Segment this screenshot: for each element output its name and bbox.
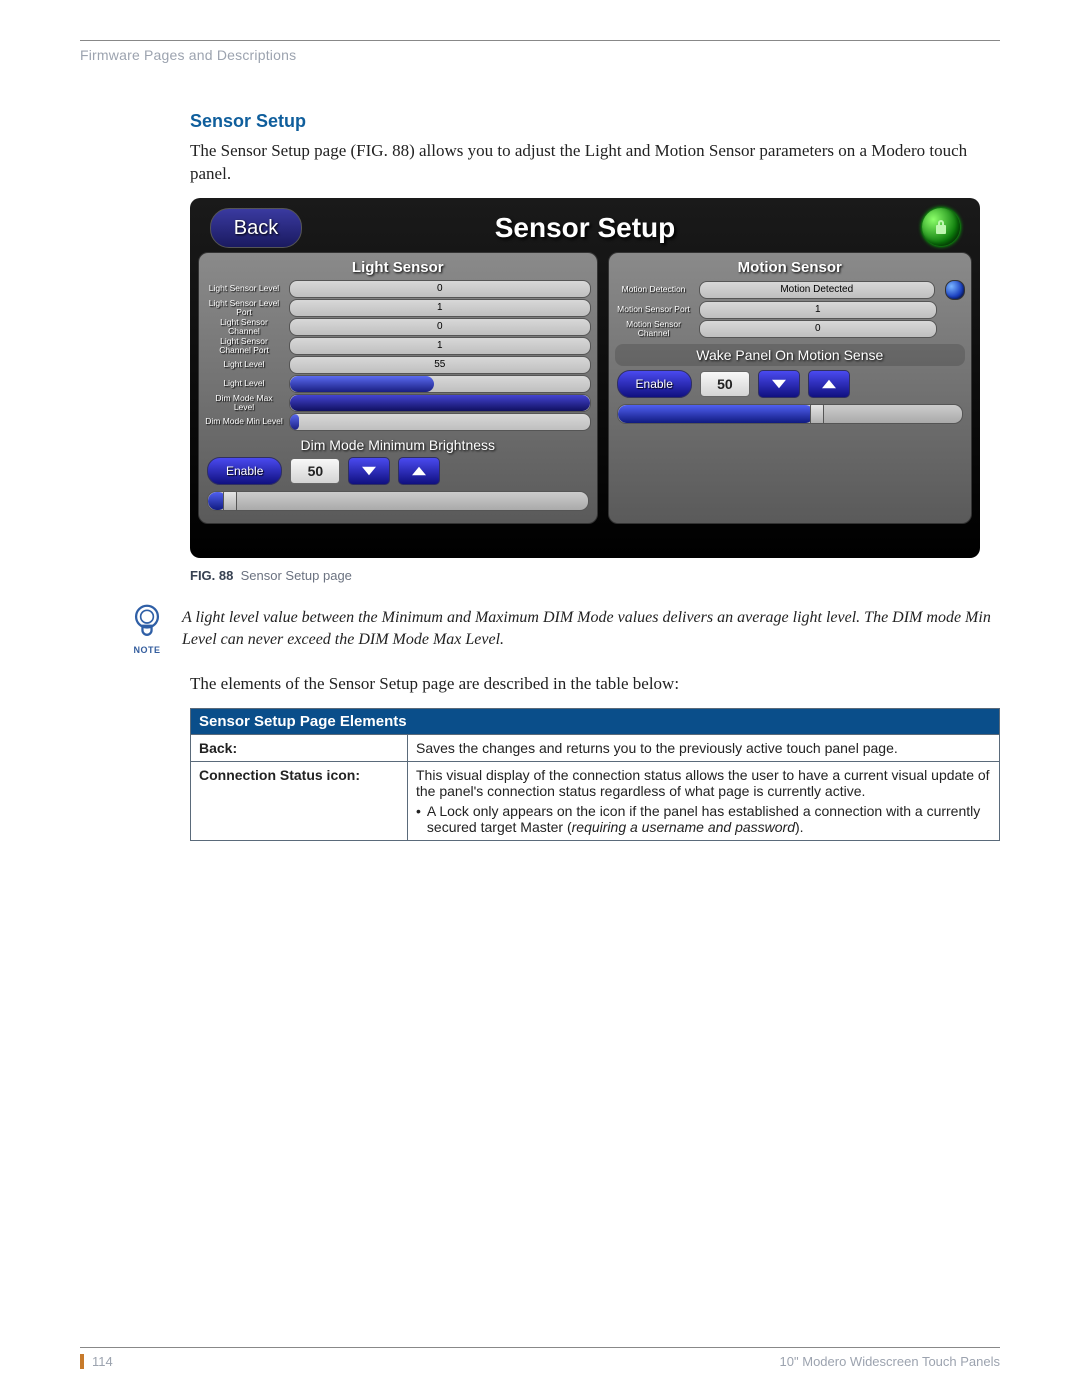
- light-row: Light Sensor Level 0: [205, 280, 591, 298]
- note-icon: NOTE: [130, 603, 164, 655]
- dim-min-label: Dim Mode Min Level: [205, 417, 283, 426]
- motion-row: Motion Sensor Channel 0: [615, 320, 965, 338]
- table-header: Sensor Setup Page Elements: [191, 708, 1000, 734]
- motion-detection-value: Motion Detected: [699, 281, 935, 299]
- light-row-value: 0: [289, 280, 591, 298]
- wake-sensitivity-slider[interactable]: [617, 404, 963, 424]
- motion-row: Motion Sensor Port 1: [615, 301, 965, 319]
- motion-row-value: 0: [699, 320, 937, 338]
- chevron-up-icon: [412, 464, 426, 478]
- row-bullet: A Lock only appears on the icon if the p…: [416, 803, 991, 835]
- breadcrumb: Firmware Pages and Descriptions: [80, 47, 1000, 63]
- wake-down-button[interactable]: [758, 370, 800, 398]
- row-desc: Saves the changes and returns you to the…: [408, 734, 1000, 761]
- bullet-italic: requiring a username and password: [572, 819, 795, 835]
- light-row-label: Light Sensor Level Port: [205, 299, 283, 317]
- table-intro: The elements of the Sensor Setup page ar…: [190, 673, 1000, 696]
- wake-value: 50: [700, 371, 750, 397]
- connection-status-icon: [922, 208, 960, 246]
- motion-sensor-heading: Motion Sensor: [615, 259, 965, 276]
- dim-enable-button[interactable]: Enable: [207, 457, 282, 485]
- motion-row-label: Motion Sensor Channel: [615, 320, 693, 338]
- chevron-down-icon: [772, 377, 786, 391]
- dim-min-slider[interactable]: [289, 413, 591, 431]
- light-row: Light Level 55: [205, 356, 591, 374]
- note-text: A light level value between the Minimum …: [182, 607, 1000, 650]
- chevron-down-icon: [362, 464, 376, 478]
- light-row-value: 1: [289, 337, 591, 355]
- light-row-label: Light Sensor Level: [205, 284, 283, 293]
- row-desc-main: This visual display of the connection st…: [416, 767, 990, 799]
- back-button[interactable]: Back: [210, 208, 302, 248]
- intro-paragraph: The Sensor Setup page (FIG. 88) allows y…: [190, 140, 1000, 186]
- light-row-label: Light Sensor Channel Port: [205, 337, 283, 355]
- table-row: Connection Status icon: This visual disp…: [191, 761, 1000, 840]
- motion-row-label: Motion Sensor Port: [615, 305, 693, 314]
- lock-icon: [934, 219, 948, 235]
- light-row-label: Light Sensor Channel: [205, 318, 283, 336]
- table-row: Back: Saves the changes and returns you …: [191, 734, 1000, 761]
- dim-value: 50: [290, 458, 340, 484]
- light-sensor-panel: Light Sensor Light Sensor Level0Light Se…: [198, 252, 598, 524]
- page-number: 114: [80, 1354, 113, 1369]
- figure-sensor-setup: Back Sensor Setup Light Sensor Light Sen…: [190, 198, 980, 558]
- light-row: Light Sensor Channel Port 1: [205, 337, 591, 355]
- dim-mode-heading: Dim Mode Minimum Brightness: [205, 437, 591, 453]
- lightbulb-icon: [130, 603, 164, 643]
- row-key: Connection Status icon:: [191, 761, 408, 840]
- panel-title: Sensor Setup: [495, 212, 675, 244]
- bullet-suffix: ).: [795, 819, 804, 835]
- figure-desc: Sensor Setup page: [241, 568, 352, 583]
- light-row: Light Sensor Channel 0: [205, 318, 591, 336]
- dim-down-button[interactable]: [348, 457, 390, 485]
- note-label: NOTE: [130, 645, 164, 655]
- wake-enable-button[interactable]: Enable: [617, 370, 692, 398]
- motion-sensor-panel: Motion Sensor Motion Detection Motion De…: [608, 252, 972, 524]
- wake-panel-heading: Wake Panel On Motion Sense: [615, 344, 965, 366]
- figure-caption: FIG. 88 Sensor Setup page: [190, 568, 1000, 583]
- elements-table: Sensor Setup Page Elements Back: Saves t…: [190, 708, 1000, 841]
- light-row-label: Light Level: [205, 360, 283, 369]
- light-sensor-heading: Light Sensor: [205, 259, 591, 276]
- light-row: Light Sensor Level Port 1: [205, 299, 591, 317]
- light-row-value: 1: [289, 299, 591, 317]
- page-footer: 114 10" Modero Widescreen Touch Panels: [80, 1347, 1000, 1369]
- footer-title: 10" Modero Widescreen Touch Panels: [780, 1354, 1000, 1369]
- light-level-bar-label: Light Level: [205, 379, 283, 388]
- light-row-value: 0: [289, 318, 591, 336]
- motion-detection-label: Motion Detection: [615, 285, 693, 294]
- wake-up-button[interactable]: [808, 370, 850, 398]
- motion-row-value: 1: [699, 301, 937, 319]
- light-level-slider[interactable]: [289, 375, 591, 393]
- row-key: Back:: [191, 734, 408, 761]
- dim-brightness-slider[interactable]: [207, 491, 589, 511]
- dim-up-button[interactable]: [398, 457, 440, 485]
- row-desc: This visual display of the connection st…: [408, 761, 1000, 840]
- section-title: Sensor Setup: [190, 111, 1000, 132]
- figure-label: FIG. 88: [190, 568, 233, 583]
- light-row-value: 55: [289, 356, 591, 374]
- dim-max-label: Dim Mode Max Level: [205, 394, 283, 412]
- motion-indicator: [945, 280, 965, 300]
- dim-max-slider[interactable]: [289, 394, 591, 412]
- chevron-up-icon: [822, 377, 836, 391]
